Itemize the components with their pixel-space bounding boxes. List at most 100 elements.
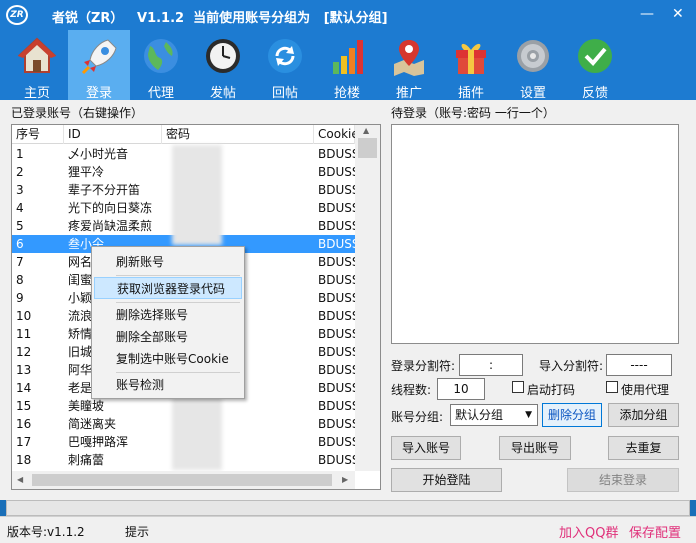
minimize-button[interactable]: — xyxy=(640,4,654,24)
gear-icon xyxy=(517,40,549,72)
menu-separator xyxy=(116,275,240,276)
export-accounts-button[interactable]: 导出账号 xyxy=(499,436,571,460)
accounts-label: 已登录账号（右键操作） xyxy=(11,106,144,120)
bar-chart-icon xyxy=(333,40,363,74)
menu-item-delete-all[interactable]: 删除全部账号 xyxy=(94,326,242,348)
cell-cookie: BDUSS xyxy=(318,237,355,251)
login-separator-input[interactable]: : xyxy=(459,354,523,376)
cell-cookie: BDUSS xyxy=(318,255,355,269)
cell-id: 光下的向日葵冻 xyxy=(68,201,153,215)
gift-icon xyxy=(456,43,486,74)
menu-separator xyxy=(116,372,240,373)
menu-item-copy-cookie[interactable]: 复制选中账号Cookie xyxy=(94,348,242,370)
toolbar-reply[interactable]: 回帖 xyxy=(254,30,316,101)
import-separator-input[interactable]: ---- xyxy=(606,354,672,376)
dedupe-button[interactable]: 去重复 xyxy=(608,436,679,460)
column-password[interactable]: 密码 xyxy=(162,125,314,144)
cell-no: 3 xyxy=(16,183,24,197)
menu-item-get-browser-code[interactable]: 获取浏览器登录代码 xyxy=(94,277,242,299)
cell-cookie: BDUSS xyxy=(318,435,355,449)
toolbar-label: 回帖 xyxy=(271,86,298,101)
toolbar-home[interactable]: 主页 xyxy=(6,30,68,101)
column-cookie[interactable]: Cookie xyxy=(314,125,359,144)
toolbar-label: 插件 xyxy=(457,86,484,101)
cell-cookie: BDUSS xyxy=(318,165,355,179)
threads-input[interactable]: 10 xyxy=(437,378,485,400)
horizontal-scrollbar[interactable]: ◀ ▶ xyxy=(12,471,355,489)
proxy-checkbox[interactable] xyxy=(606,381,618,393)
group-label: 账号分组: xyxy=(391,410,444,424)
toolbar-login[interactable]: 登录 xyxy=(68,30,130,101)
cell-no: 14 xyxy=(16,381,32,395)
hint-text: 提示 xyxy=(125,525,150,539)
cell-no: 7 xyxy=(16,255,24,269)
toolbar-label: 主页 xyxy=(23,86,50,101)
cell-cookie: BDUSS xyxy=(318,291,355,305)
version-text: 版本号:v1.1.2 xyxy=(7,525,85,539)
close-button[interactable]: ✕ xyxy=(672,4,684,24)
column-id[interactable]: ID xyxy=(64,125,162,144)
toolbar-label: 登录 xyxy=(85,86,112,101)
menu-separator xyxy=(116,302,240,303)
cell-no: 6 xyxy=(16,237,24,251)
vertical-scrollbar[interactable]: ▲ xyxy=(355,125,380,471)
cell-no: 18 xyxy=(16,453,32,467)
toolbar-label: 反馈 xyxy=(581,86,608,101)
cell-cookie: BDUSS xyxy=(318,417,355,431)
cell-id: 辈子不分开笛 xyxy=(68,183,141,197)
refresh-icon xyxy=(268,39,302,73)
add-group-button[interactable]: 添加分组 xyxy=(608,403,679,427)
toolbar-settings[interactable]: 设置 xyxy=(502,30,564,101)
cell-id: 狸平冷 xyxy=(68,165,105,179)
menu-item-delete-selected[interactable]: 删除选择账号 xyxy=(94,304,242,326)
menu-item-account-check[interactable]: 账号检测 xyxy=(94,374,242,396)
save-config-link[interactable]: 保存配置 xyxy=(629,522,681,541)
import-separator-label: 导入分割符: xyxy=(539,359,604,373)
group-select[interactable]: 默认分组 ▼ xyxy=(450,404,538,426)
cell-cookie: BDUSS xyxy=(318,399,355,413)
captcha-checkbox[interactable] xyxy=(512,381,524,393)
cell-cookie: BDUSS xyxy=(318,147,355,161)
main-toolbar: 主页 登录 代理 发帖 回帖 抢楼 推广 插件 设置 反馈 xyxy=(0,30,696,101)
toolbar-label: 抢楼 xyxy=(333,86,360,101)
rocket-icon xyxy=(81,39,117,75)
cell-no: 2 xyxy=(16,165,24,179)
map-pin-icon xyxy=(394,40,424,76)
toolbar-feedback[interactable]: 反馈 xyxy=(564,30,626,101)
start-login-button[interactable]: 开始登陆 xyxy=(391,468,502,492)
cell-cookie: BDUSS xyxy=(318,273,355,287)
blurred-passwords xyxy=(172,145,222,245)
join-qq-link[interactable]: 加入QQ群 xyxy=(559,522,618,541)
cell-cookie: BDUSS xyxy=(318,381,355,395)
proxy-label: 使用代理 xyxy=(621,383,670,397)
toolbar-label: 推广 xyxy=(395,86,422,101)
table-header: 序号 ID 密码 Cookie xyxy=(12,125,359,144)
delete-group-button[interactable]: 删除分组 xyxy=(542,403,602,427)
cell-no: 8 xyxy=(16,273,24,287)
login-separator-label: 登录分割符: xyxy=(391,359,456,373)
cell-no: 5 xyxy=(16,219,24,233)
cell-no: 11 xyxy=(16,327,32,341)
app-logo: ZR xyxy=(6,5,28,25)
scroll-thumb[interactable] xyxy=(32,474,332,486)
cell-cookie: BDUSS xyxy=(318,363,355,377)
pending-accounts-textarea[interactable] xyxy=(391,124,679,344)
toolbar-grab-floor[interactable]: 抢楼 xyxy=(316,30,378,101)
status-bar: 版本号:v1.1.2 提示 加入QQ群 保存配置 xyxy=(0,516,696,543)
cell-id: 简迷离夹 xyxy=(68,417,117,431)
cell-no: 10 xyxy=(16,309,32,323)
import-accounts-button[interactable]: 导入账号 xyxy=(391,436,461,460)
toolbar-plugins[interactable]: 插件 xyxy=(440,30,502,101)
cell-no: 13 xyxy=(16,363,32,377)
toolbar-post[interactable]: 发帖 xyxy=(192,30,254,101)
clock-icon xyxy=(206,39,240,73)
toolbar-promote[interactable]: 推广 xyxy=(378,30,440,101)
stop-login-button[interactable]: 结束登录 xyxy=(567,468,679,492)
scroll-thumb[interactable] xyxy=(358,138,377,158)
menu-item-refresh[interactable]: 刷新账号 xyxy=(94,251,242,273)
cell-id: 刺痛蕾 xyxy=(68,453,105,467)
column-no[interactable]: 序号 xyxy=(12,125,64,144)
pending-label: 待登录（账号:密码 一行一个） xyxy=(391,106,555,120)
toolbar-proxy[interactable]: 代理 xyxy=(130,30,192,101)
check-icon xyxy=(578,39,612,73)
